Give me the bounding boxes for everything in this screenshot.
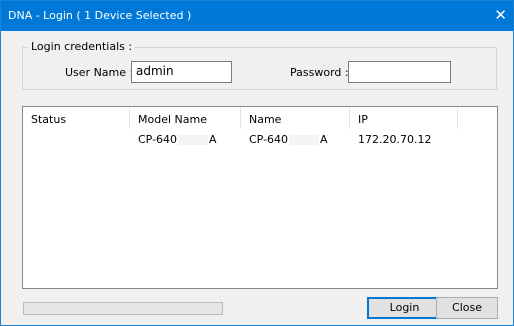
device-list[interactable]: Status Model Name Name IP CP-640 A CP-640… — [22, 106, 498, 289]
column-header-status[interactable]: Status — [23, 107, 130, 129]
cell-model-name: CP-640 A — [138, 133, 217, 146]
username-field[interactable]: admin — [131, 61, 232, 83]
column-header-name[interactable]: Name — [241, 107, 350, 129]
column-header-ip[interactable]: IP — [350, 107, 458, 129]
name-suffix: A — [320, 133, 328, 146]
cell-name: CP-640 A — [249, 133, 328, 146]
password-label: Password : — [290, 66, 349, 79]
title-bar[interactable]: DNA - Login ( 1 Device Selected ) ✕ — [1, 1, 513, 31]
model-name-suffix: A — [209, 133, 217, 146]
close-button[interactable]: Close — [436, 297, 498, 319]
model-name-prefix: CP-640 — [138, 133, 178, 146]
login-dialog: DNA - Login ( 1 Device Selected ) ✕ Logi… — [0, 0, 514, 326]
cell-ip: 172.20.70.12 — [358, 133, 432, 146]
redaction-mask — [178, 135, 209, 145]
column-header-model-name[interactable]: Model Name — [130, 107, 241, 129]
progress-bar — [23, 302, 223, 315]
close-icon[interactable]: ✕ — [494, 6, 507, 24]
group-legend: Login credentials : — [28, 40, 136, 53]
login-button[interactable]: Login — [367, 297, 442, 319]
window-title: DNA - Login ( 1 Device Selected ) — [8, 9, 192, 22]
password-field[interactable] — [348, 61, 451, 83]
redaction-mask — [289, 135, 320, 145]
login-credentials-group: Login credentials : User Name : admin Pa… — [22, 40, 497, 90]
username-label: User Name : — [65, 66, 134, 79]
name-prefix: CP-640 — [249, 133, 289, 146]
